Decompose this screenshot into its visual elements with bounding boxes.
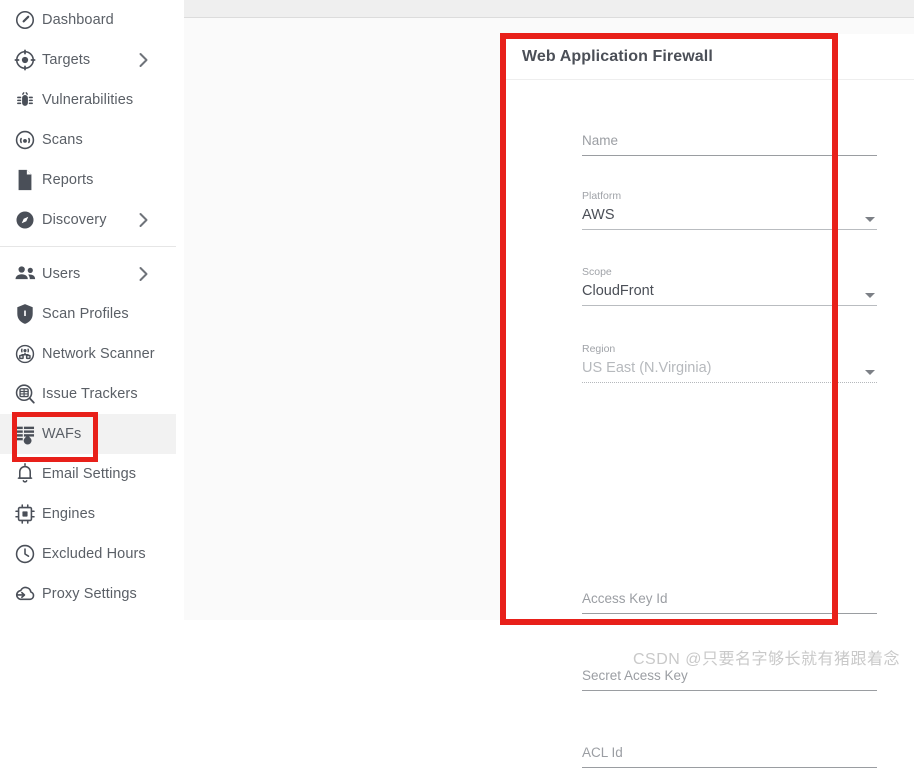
sidebar-item-label: Dashboard <box>42 12 114 28</box>
web-application-firewall-card: Web Application Firewall Name Platform A… <box>502 34 914 768</box>
application-window: Dashboard Targets Vulnerabilities Scans … <box>0 0 914 768</box>
scope-select-underline <box>582 305 877 306</box>
sidebar-item-wafs[interactable]: WAFs <box>0 414 177 454</box>
sidebar-group-primary: Dashboard Targets Vulnerabilities Scans … <box>0 0 177 240</box>
target-icon <box>8 46 42 74</box>
chevron-down-icon[interactable] <box>865 217 875 222</box>
chevron-right-icon <box>138 52 149 68</box>
bug-icon <box>8 86 42 114</box>
secret-access-key-field[interactable]: Secret Acess Key <box>582 669 877 691</box>
issue-tracker-icon <box>8 380 42 408</box>
sidebar-item-network-scanner[interactable]: Network Scanner <box>0 334 177 374</box>
bell-icon <box>8 460 42 488</box>
sidebar-item-engines[interactable]: Engines <box>0 494 177 534</box>
sidebar-item-vulnerabilities[interactable]: Vulnerabilities <box>0 80 177 120</box>
name-field-underline <box>582 154 877 156</box>
sidebar-item-issue-trackers[interactable]: Issue Trackers <box>0 374 177 414</box>
acl-id-field-underline <box>582 766 877 768</box>
sidebar-item-label: Engines <box>42 506 96 522</box>
compass-icon <box>8 206 42 234</box>
platform-select[interactable]: Platform AWS <box>582 191 877 230</box>
name-field-label: Name <box>582 133 619 148</box>
sidebar-item-targets[interactable]: Targets <box>0 40 177 80</box>
chevron-down-icon <box>865 370 875 375</box>
region-select-label: Region <box>582 343 616 355</box>
chip-icon <box>8 500 42 528</box>
sidebar-item-email-settings[interactable]: Email Settings <box>0 454 177 494</box>
sidebar-item-discovery[interactable]: Discovery <box>0 200 177 240</box>
region-select-value: US East (N.Virginia) <box>582 359 712 376</box>
sidebar-item-proxy-settings[interactable]: Proxy Settings <box>0 574 177 614</box>
page-title: Web Application Firewall <box>522 47 713 65</box>
sidebar-divider <box>0 246 177 247</box>
platform-select-value: AWS <box>582 206 615 223</box>
sidebar-item-label: Targets <box>42 52 91 68</box>
sidebar-item-label: Users <box>42 266 81 282</box>
acl-id-field-label: ACL Id <box>582 745 623 760</box>
scope-select[interactable]: Scope CloudFront <box>582 267 877 306</box>
acl-id-field[interactable]: ACL Id <box>582 746 877 768</box>
watermark: CSDN @只要名字够长就有猪跟着念 <box>632 651 900 668</box>
sidebar-scrollbar-track[interactable] <box>176 0 359 620</box>
scope-select-label: Scope <box>582 266 612 278</box>
sidebar-item-scan-profiles[interactable]: Scan Profiles <box>0 294 177 334</box>
sidebar-item-label: Proxy Settings <box>42 586 137 602</box>
sidebar-group-settings: Users Scan Profiles Network Scanner Issu… <box>0 254 177 614</box>
sidebar-item-users[interactable]: Users <box>0 254 177 294</box>
name-field[interactable]: Name <box>582 134 877 156</box>
sidebar-item-label: Excluded Hours <box>42 546 146 562</box>
chevron-right-icon <box>138 266 149 282</box>
sidebar-item-label: Email Settings <box>42 466 137 482</box>
access-key-id-field[interactable]: Access Key Id <box>582 592 877 614</box>
sidebar-item-label: Reports <box>42 172 94 188</box>
secret-access-key-field-underline <box>582 689 877 691</box>
gauge-icon <box>8 6 42 34</box>
sidebar-item-reports[interactable]: Reports <box>0 160 177 200</box>
region-select: Region US East (N.Virginia) <box>582 344 877 383</box>
platform-select-label: Platform <box>582 190 622 202</box>
clock-icon <box>8 540 42 568</box>
waf-icon <box>8 420 42 448</box>
document-icon <box>8 166 42 194</box>
shield-icon <box>8 300 42 328</box>
top-bar <box>184 0 914 18</box>
access-key-id-field-label: Access Key Id <box>582 591 668 606</box>
secret-access-key-field-label: Secret Acess Key <box>582 668 688 683</box>
sidebar-item-label: Scans <box>42 132 83 148</box>
sidebar-item-label: Vulnerabilities <box>42 92 134 108</box>
chevron-down-icon[interactable] <box>865 293 875 298</box>
main-content-area: Web Application Firewall Name Platform A… <box>184 18 914 768</box>
access-key-id-field-underline <box>582 612 877 614</box>
network-scanner-icon <box>8 340 42 368</box>
sidebar-item-label: Network Scanner <box>42 346 155 362</box>
proxy-cloud-icon <box>8 580 42 608</box>
sidebar-item-scans[interactable]: Scans <box>0 120 177 160</box>
card-header: Web Application Firewall <box>502 34 914 80</box>
sidebar-item-label: Issue Trackers <box>42 386 138 402</box>
sidebar-item-label: Discovery <box>42 212 107 228</box>
sidebar-item-excluded-hours[interactable]: Excluded Hours <box>0 534 177 574</box>
scope-select-value: CloudFront <box>582 282 654 299</box>
sidebar-item-label: WAFs <box>42 426 82 442</box>
region-select-underline <box>582 382 877 383</box>
radar-icon <box>8 126 42 154</box>
sidebar-navigation: Dashboard Targets Vulnerabilities Scans … <box>0 0 178 620</box>
sidebar-item-label: Scan Profiles <box>42 306 129 322</box>
sidebar-item-dashboard[interactable]: Dashboard <box>0 0 177 40</box>
chevron-right-icon <box>138 212 149 228</box>
users-icon <box>8 260 42 288</box>
platform-select-underline <box>582 229 877 230</box>
